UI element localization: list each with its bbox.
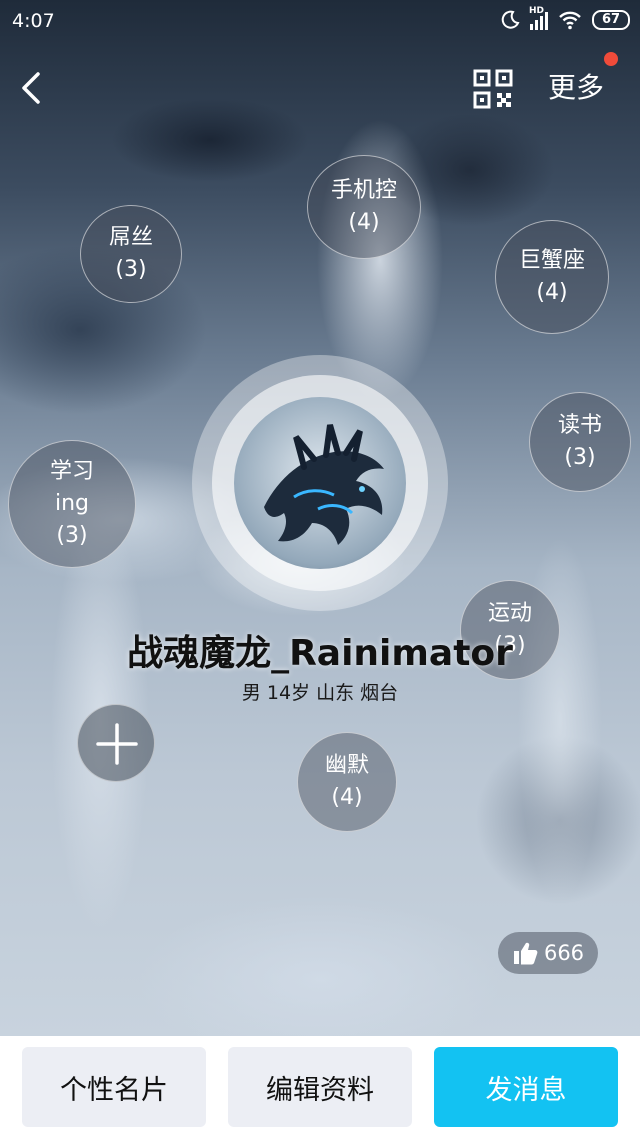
tag-count: (3) [115,257,147,282]
tag-bubble[interactable]: 手机控 (4) [307,155,421,259]
more-button[interactable]: 更多 [548,68,604,108]
tag-count: (4) [536,280,568,305]
profile-card-button[interactable]: 个性名片 [22,1047,206,1127]
send-message-button[interactable]: 发消息 [434,1047,618,1127]
dragon-avatar-image [264,424,384,545]
tag-bubble[interactable]: 巨蟹座 (4) [495,220,609,334]
back-button[interactable] [14,66,54,110]
tag-label: 屌丝 [108,225,153,250]
tag-label: 幽默 [324,753,369,778]
chevron-left-icon [22,72,40,104]
notification-dot [604,52,618,66]
add-tag-button[interactable] [77,704,155,782]
status-icons: HD 67 [500,6,630,30]
tag-bubble[interactable]: 学习 ing (3) [8,440,136,568]
tag-count: (4) [348,210,380,235]
tag-label: 读书 [557,413,602,438]
tag-bubble[interactable]: 读书 (3) [529,392,631,492]
profile-nickname: 战魂魔龙_Rainimator [127,633,513,674]
moon-icon [501,10,520,29]
plus-icon [96,723,138,765]
signal-icon: HD [529,6,548,30]
tag-label: 手机控 [330,178,397,203]
profile-info: 男 14岁 山东 烟台 [241,682,399,704]
tag-count: (3) [56,523,88,548]
like-button[interactable]: 666 [498,932,598,974]
like-count: 666 [543,941,585,965]
tag-label: ing [54,491,90,516]
network-type-label: HD [529,6,545,16]
status-time: 4:07 [12,10,55,32]
bottom-action-bar: 个性名片 编辑资料 发消息 [0,1036,640,1138]
qr-code-icon [473,69,513,109]
tag-count: (4) [331,785,363,810]
tag-label: 巨蟹座 [518,248,585,273]
top-navbar: 更多 [0,56,640,120]
thumbs-up-icon [513,942,538,965]
tag-bubble[interactable]: 幽默 (4) [297,732,397,832]
tag-count: (3) [564,445,596,470]
tag-bubble[interactable]: 屌丝 (3) [80,205,182,303]
battery-indicator: 67 [592,10,630,30]
edit-profile-button[interactable]: 编辑资料 [228,1047,412,1127]
status-bar: 4:07 HD 67 [0,0,640,44]
tag-label: 学习 [49,459,94,484]
wifi-icon [559,11,581,30]
avatar[interactable] [234,397,406,569]
qr-code-button[interactable] [472,68,514,110]
